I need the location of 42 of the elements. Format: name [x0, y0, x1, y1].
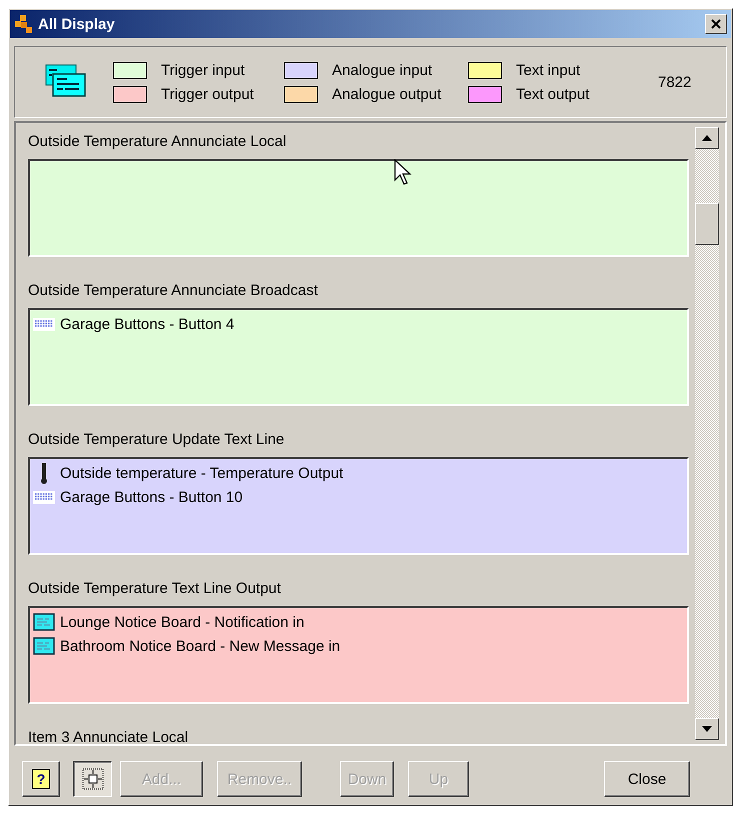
fit-button[interactable]: [73, 761, 112, 797]
list-item[interactable]: Garage Buttons - Button 4: [60, 316, 234, 332]
close-icon: [711, 19, 721, 29]
display-icon: [45, 64, 87, 100]
scroll-up-button[interactable]: [695, 127, 719, 149]
count-label: 7822: [658, 74, 692, 90]
display-icon: [33, 637, 55, 655]
window-title: All Display: [38, 16, 116, 32]
blocks-icon: [14, 14, 34, 34]
scroll-bar[interactable]: [695, 127, 719, 740]
thermometer-icon: [41, 462, 47, 484]
list-item[interactable]: Bathroom Notice Board - New Message in: [60, 638, 340, 654]
legend-label: Trigger input: [161, 62, 245, 78]
legend-label: Text input: [516, 62, 580, 78]
section-title: Outside Temperature Annunciate Local: [28, 132, 288, 152]
list-box[interactable]: Outside temperature - Temperature Output Garage Buttons - Button 10: [28, 457, 689, 555]
help-button[interactable]: ?: [22, 761, 60, 797]
section-title: Item 3 Annunciate Local: [28, 728, 190, 744]
dialog-button[interactable]: Close: [604, 761, 690, 797]
scroll-thumb[interactable]: [695, 203, 719, 245]
legend-label: Text output: [516, 86, 590, 102]
keypad-icon: [33, 489, 55, 505]
fit-icon: [80, 767, 104, 791]
up-arrow-icon: [702, 135, 712, 141]
legend-label: Trigger output: [161, 86, 254, 102]
list-item[interactable]: Garage Buttons - Button 10: [60, 488, 243, 506]
list-box[interactable]: Lounge Notice Board - Notification in Bathroom Notice Board - New Message in: [28, 606, 689, 704]
display-icon: [33, 613, 55, 631]
list-box[interactable]: Garage Buttons - Button 4: [28, 308, 689, 406]
section-title: Outside Temperature Annunciate Broadcast: [28, 281, 319, 301]
keypad-icon: [33, 316, 55, 332]
section-title: Outside Temperature Text Line Output: [28, 579, 282, 599]
close-button[interactable]: [705, 14, 727, 34]
list-box[interactable]: [28, 159, 689, 257]
section-title: Outside Temperature Update Text Line: [28, 430, 286, 450]
down-arrow-icon: [702, 726, 712, 732]
scroll-down-button[interactable]: [695, 718, 719, 740]
cursor-icon: [394, 159, 414, 187]
list-item[interactable]: Lounge Notice Board - Notification in: [60, 614, 304, 630]
legend-label: Analogue output: [332, 86, 442, 102]
list-item[interactable]: Outside temperature - Temperature Output: [60, 464, 344, 482]
legend-label: Analogue input: [332, 62, 432, 78]
